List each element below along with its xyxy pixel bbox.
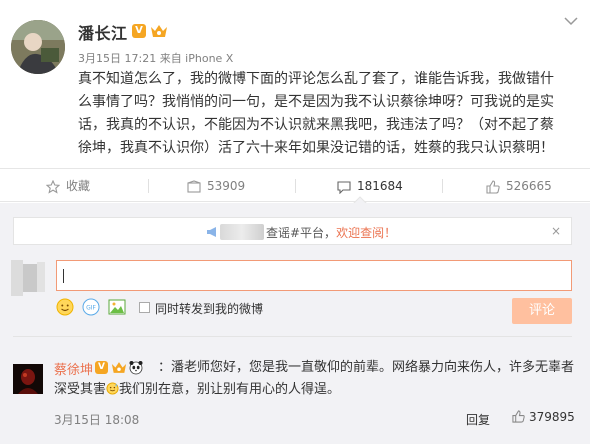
divider bbox=[295, 179, 296, 193]
divider bbox=[148, 179, 149, 193]
comment-panel: 查谣#平台，欢迎查阅！ × GIF 同时转发到我的微博 评论 ：潘老师您好，您是… bbox=[0, 203, 590, 444]
repost-button[interactable]: 53909 bbox=[187, 169, 245, 203]
comment-author-avatar[interactable] bbox=[13, 364, 43, 394]
post-action-bar: 收藏 53909 181684 526665 bbox=[0, 168, 590, 202]
emoji-icon[interactable] bbox=[56, 298, 74, 316]
redacted-text bbox=[220, 224, 264, 240]
comment-like-button[interactable]: 379895 bbox=[512, 410, 575, 424]
post-timestamp[interactable]: 3月15日 17:21 来自 iPhone X bbox=[78, 50, 233, 66]
like-button[interactable]: 526665 bbox=[486, 169, 552, 203]
post-body: 真不知道怎么了，我的微博下面的评论怎么乱了套了，谁能告诉我，我做错什么事情了吗？… bbox=[78, 71, 554, 156]
comment-count: 181684 bbox=[357, 179, 403, 193]
comment-author-name[interactable]: 蔡徐坤 bbox=[54, 359, 93, 378]
reply-button[interactable]: 回复 bbox=[466, 411, 490, 428]
commenter-avatar bbox=[5, 258, 50, 298]
comment-input[interactable] bbox=[56, 260, 572, 291]
like-count: 526665 bbox=[506, 179, 552, 193]
author-name[interactable]: 潘长江 bbox=[78, 20, 128, 44]
chevron-down-icon[interactable] bbox=[564, 16, 578, 26]
comment-button[interactable]: 181684 bbox=[337, 169, 403, 203]
svg-text:GIF: GIF bbox=[86, 305, 96, 312]
repost-icon bbox=[187, 179, 201, 193]
megaphone-icon bbox=[207, 227, 216, 237]
panda-badge-icon[interactable] bbox=[128, 359, 144, 375]
vip-crown-icon[interactable] bbox=[111, 360, 127, 375]
repost-checkbox-label[interactable]: 同时转发到我的微博 bbox=[155, 300, 263, 317]
thumbs-up-icon bbox=[512, 410, 525, 423]
notice-text: 查谣#平台， bbox=[266, 226, 337, 240]
author-avatar[interactable] bbox=[11, 20, 65, 74]
comment-icon bbox=[337, 180, 351, 194]
verified-badge-icon: V bbox=[95, 361, 108, 374]
text-cursor bbox=[63, 269, 64, 283]
repost-count: 53909 bbox=[207, 179, 246, 193]
submit-comment-button[interactable]: 评论 bbox=[512, 298, 572, 324]
thumbs-up-icon bbox=[486, 179, 500, 194]
sweat-smile-emoji-icon bbox=[106, 382, 119, 395]
favorite-label: 收藏 bbox=[66, 179, 91, 193]
image-icon[interactable] bbox=[108, 298, 126, 316]
star-icon bbox=[45, 179, 61, 194]
comment-timestamp: 3月15日 18:08 bbox=[54, 413, 140, 427]
vip-crown-icon[interactable] bbox=[150, 23, 168, 39]
gif-icon[interactable]: GIF bbox=[82, 298, 100, 316]
favorite-button[interactable]: 收藏 bbox=[45, 169, 91, 203]
repost-checkbox[interactable] bbox=[139, 302, 150, 313]
divider bbox=[442, 179, 443, 193]
verified-badge-icon: V bbox=[132, 24, 146, 38]
close-icon[interactable]: × bbox=[551, 224, 561, 238]
weibo-post: 潘长江 V 3月15日 17:21 来自 iPhone X 真不知道怎么了，我的… bbox=[0, 0, 590, 168]
comment-like-count: 379895 bbox=[529, 410, 575, 424]
comment-item: ：潘老师您好，您是我一直敬仰的前辈。网络暴力向来伤人，许多无辜者深受其害 我们别在… bbox=[0, 337, 590, 444]
rumor-notice-banner: 查谣#平台，欢迎查阅！ × bbox=[13, 217, 572, 245]
notice-link[interactable]: 欢迎查阅！ bbox=[336, 226, 396, 240]
